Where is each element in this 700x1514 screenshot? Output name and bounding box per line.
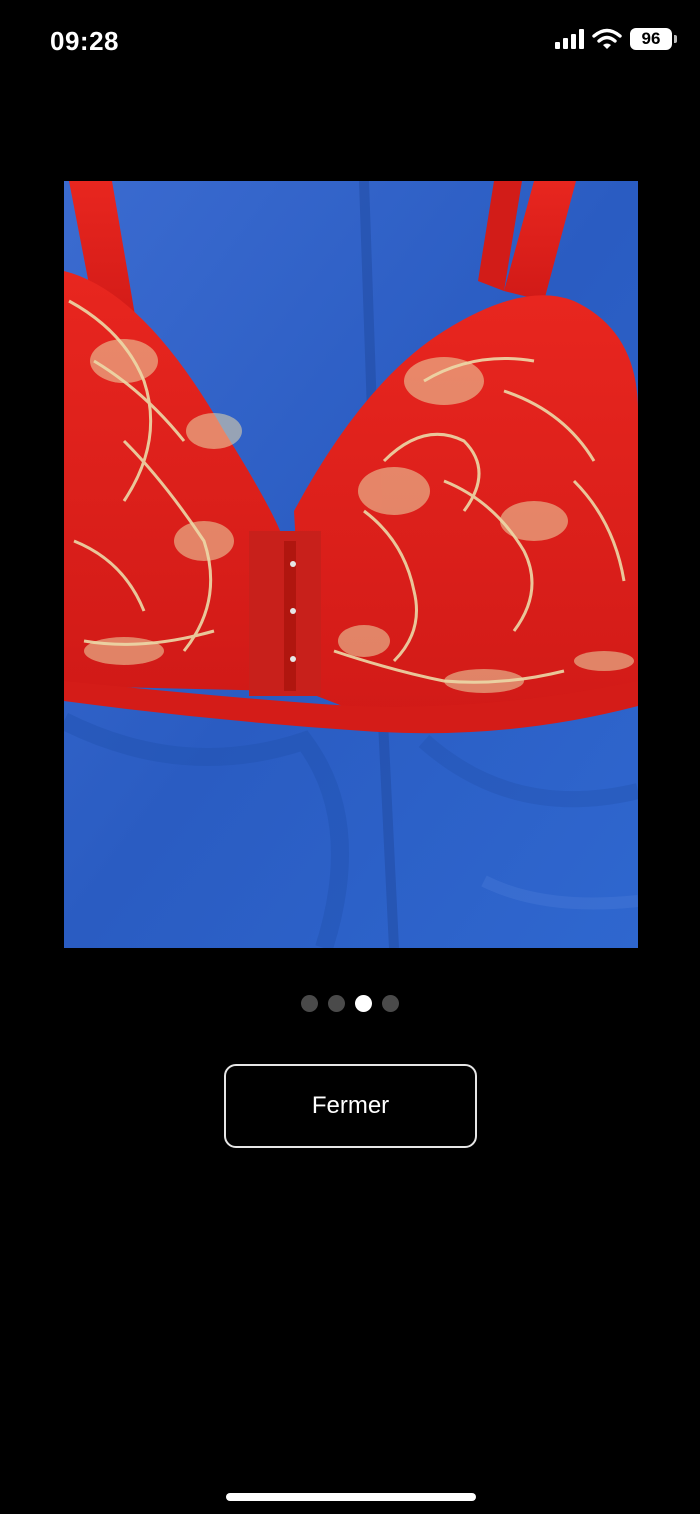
product-photo[interactable] (64, 181, 638, 948)
wifi-icon (592, 28, 622, 49)
status-bar: 09:28 96 (0, 0, 700, 90)
page-dot[interactable] (301, 995, 318, 1012)
battery-icon: 96 (630, 28, 677, 50)
status-time: 09:28 (50, 26, 119, 56)
signal-icon (555, 29, 584, 49)
page-indicator (0, 995, 700, 1012)
close-button[interactable]: Fermer (224, 1064, 477, 1148)
page-dot[interactable] (328, 995, 345, 1012)
page-dot-active[interactable] (355, 995, 372, 1012)
page-dot[interactable] (382, 995, 399, 1012)
home-indicator[interactable] (226, 1493, 476, 1501)
status-icons: 96 (555, 28, 677, 50)
image-viewer-screen: 09:28 96 Fermer (0, 0, 700, 1514)
